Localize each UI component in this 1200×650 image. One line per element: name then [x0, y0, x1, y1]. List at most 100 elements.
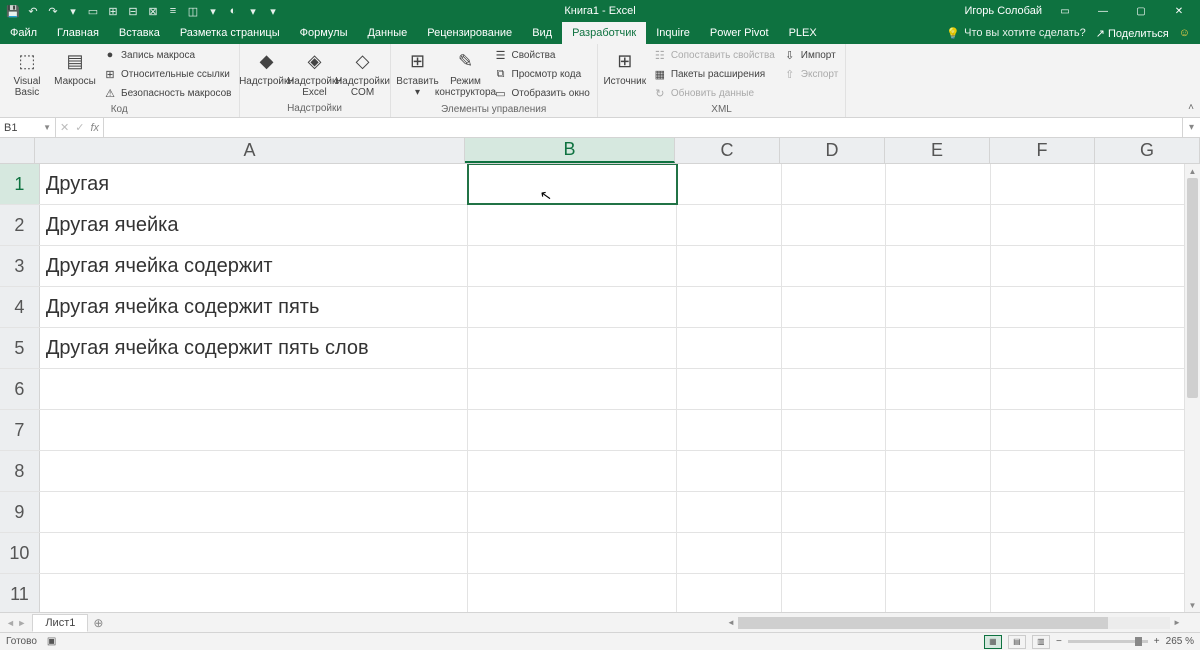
cell-F1[interactable]	[991, 164, 1096, 204]
cell-E2[interactable]	[886, 205, 991, 245]
scroll-left-icon[interactable]: ◄	[724, 618, 738, 627]
cell-B11[interactable]	[468, 574, 677, 612]
redo-icon[interactable]: ↷	[46, 4, 60, 18]
row-header-7[interactable]: 7	[0, 410, 40, 450]
view-page-break-icon[interactable]: ▥	[1032, 635, 1050, 649]
cell-F6[interactable]	[991, 369, 1096, 409]
cell-C4[interactable]	[677, 287, 782, 327]
formula-input[interactable]	[104, 118, 1182, 137]
zoom-slider[interactable]	[1068, 640, 1148, 643]
name-box[interactable]: B1 ▼	[0, 118, 56, 137]
cell-A10[interactable]	[40, 533, 468, 573]
cell-B8[interactable]	[468, 451, 677, 491]
tab-разметка-страницы[interactable]: Разметка страницы	[170, 22, 290, 44]
source-button[interactable]: ⊞Источник	[602, 46, 648, 87]
cell-A4[interactable]: Другая ячейка содержит пять	[40, 287, 468, 327]
cell-C1[interactable]	[677, 164, 782, 204]
cell-F2[interactable]	[991, 205, 1096, 245]
row-header-9[interactable]: 9	[0, 492, 40, 532]
cell-B9[interactable]	[468, 492, 677, 532]
row-header-4[interactable]: 4	[0, 287, 40, 327]
tab-главная[interactable]: Главная	[47, 22, 109, 44]
qat-icon-4[interactable]: ▾	[66, 4, 80, 18]
hscroll-thumb[interactable]	[738, 617, 1108, 629]
column-header-D[interactable]: D	[780, 138, 885, 163]
cell-E4[interactable]	[886, 287, 991, 327]
fx-icon[interactable]: fx	[90, 122, 99, 134]
cell-D10[interactable]	[782, 533, 887, 573]
cell-C10[interactable]	[677, 533, 782, 573]
cell-D1[interactable]	[782, 164, 887, 204]
smiley-icon[interactable]: ☺	[1179, 27, 1190, 39]
share-button[interactable]: ↗ Поделиться	[1096, 27, 1169, 40]
cell-C5[interactable]	[677, 328, 782, 368]
qat-more-icon[interactable]: ▾	[266, 4, 280, 18]
tab-данные[interactable]: Данные	[357, 22, 417, 44]
column-header-C[interactable]: C	[675, 138, 780, 163]
column-header-F[interactable]: F	[990, 138, 1095, 163]
maximize-icon[interactable]: ▢	[1126, 0, 1156, 22]
cell-B3[interactable]	[468, 246, 677, 286]
tab-file[interactable]: Файл	[0, 22, 47, 44]
cell-B7[interactable]	[468, 410, 677, 450]
cell-C2[interactable]	[677, 205, 782, 245]
addins-com-button[interactable]: ◇НадстройкиCOM	[340, 46, 386, 98]
cell-D5[interactable]	[782, 328, 887, 368]
cell-E6[interactable]	[886, 369, 991, 409]
cell-B10[interactable]	[468, 533, 677, 573]
view-page-layout-icon[interactable]: ▤	[1008, 635, 1026, 649]
column-header-B[interactable]: B	[465, 138, 675, 163]
expand-formula-icon[interactable]: ▾	[1182, 118, 1200, 137]
cell-F9[interactable]	[991, 492, 1096, 532]
design-mode-button[interactable]: ✎Режимконструктора	[443, 46, 489, 98]
enter-icon[interactable]: ✓	[75, 121, 84, 134]
expansion-packs-button[interactable]: ▦Пакеты расширения	[650, 65, 778, 83]
tell-me[interactable]: 💡 Что вы хотите сделать?	[946, 27, 1085, 40]
cell-C6[interactable]	[677, 369, 782, 409]
cell-B2[interactable]	[468, 205, 677, 245]
cell-E5[interactable]	[886, 328, 991, 368]
tab-power-pivot[interactable]: Power Pivot	[700, 22, 779, 44]
cell-F5[interactable]	[991, 328, 1096, 368]
horizontal-scrollbar[interactable]: ◄ ►	[724, 615, 1184, 630]
cell-F8[interactable]	[991, 451, 1096, 491]
row-header-11[interactable]: 11	[0, 574, 40, 612]
qat-icon-5[interactable]: ▭	[86, 4, 100, 18]
cell-F11[interactable]	[991, 574, 1096, 612]
cell-A6[interactable]	[40, 369, 468, 409]
cell-A8[interactable]	[40, 451, 468, 491]
zoom-in-icon[interactable]: +	[1154, 636, 1160, 647]
collapse-ribbon-icon[interactable]: ˄	[1188, 102, 1194, 113]
column-header-G[interactable]: G	[1095, 138, 1200, 163]
row-header-1[interactable]: 1	[0, 164, 40, 204]
cell-D8[interactable]	[782, 451, 887, 491]
macro-record-icon[interactable]: ▣	[47, 636, 56, 647]
ribbon-options-icon[interactable]: ▭	[1050, 0, 1080, 22]
cell-B4[interactable]	[468, 287, 677, 327]
show-window-button[interactable]: ▭Отобразить окно	[491, 84, 593, 102]
cell-D3[interactable]	[782, 246, 887, 286]
cell-E3[interactable]	[886, 246, 991, 286]
cell-D2[interactable]	[782, 205, 887, 245]
tab-вставка[interactable]: Вставка	[109, 22, 170, 44]
record-macro-button[interactable]: ●Запись макроса	[100, 46, 235, 64]
addins-excel-button[interactable]: ◈НадстройкиExcel	[292, 46, 338, 98]
cell-F10[interactable]	[991, 533, 1096, 573]
cell-E8[interactable]	[886, 451, 991, 491]
sheet-tab[interactable]: Лист1	[32, 614, 88, 632]
tab-вид[interactable]: Вид	[522, 22, 562, 44]
qat-icon-9[interactable]: ≡	[166, 4, 180, 18]
qat-icon-6[interactable]: ⊞	[106, 4, 120, 18]
cell-C7[interactable]	[677, 410, 782, 450]
cell-C8[interactable]	[677, 451, 782, 491]
cell-D7[interactable]	[782, 410, 887, 450]
minimize-icon[interactable]: ―	[1088, 0, 1118, 22]
cell-B5[interactable]	[468, 328, 677, 368]
insert-control-button[interactable]: ⊞Вставить▾	[395, 46, 441, 98]
scroll-right-icon[interactable]: ►	[1170, 618, 1184, 627]
cell-A7[interactable]	[40, 410, 468, 450]
cell-E7[interactable]	[886, 410, 991, 450]
cell-A2[interactable]: Другая ячейка	[40, 205, 468, 245]
column-header-A[interactable]: A	[35, 138, 465, 163]
macros-button[interactable]: ▤Макросы	[52, 46, 98, 87]
